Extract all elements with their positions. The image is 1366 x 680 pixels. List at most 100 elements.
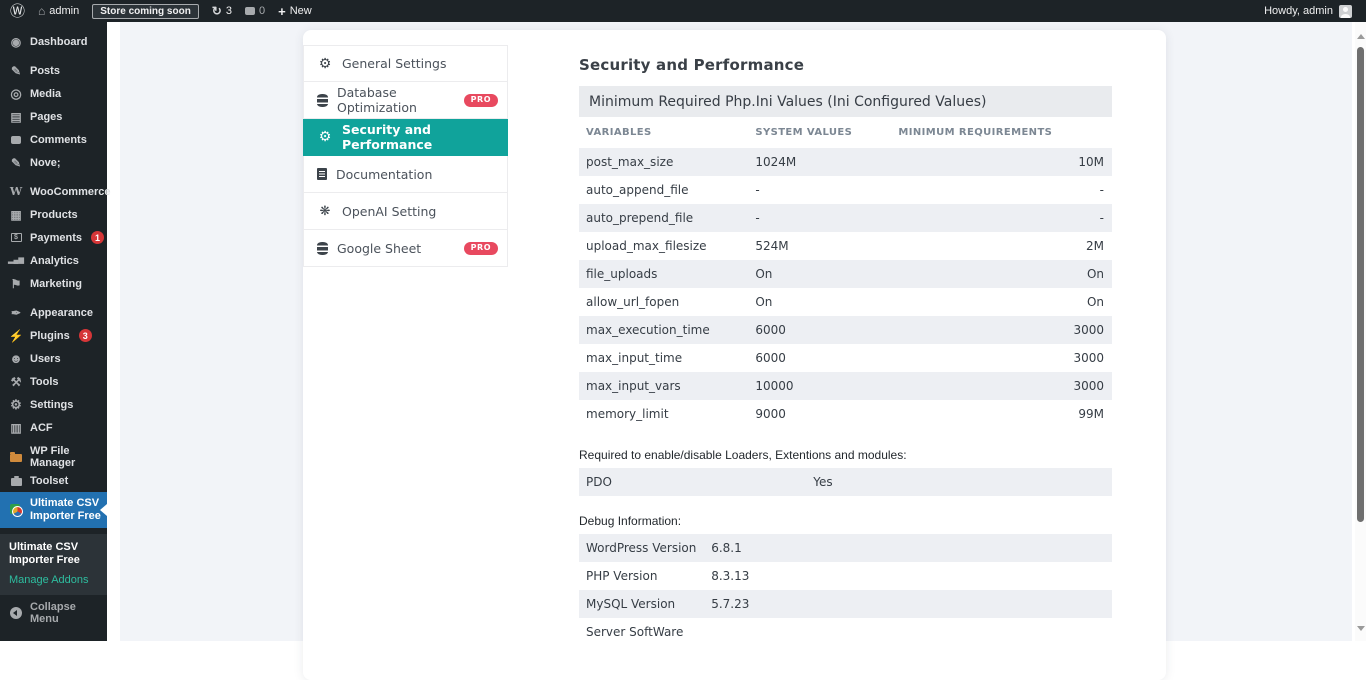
collapse-menu-button[interactable]: Collapse Menu — [0, 601, 107, 625]
active-arrow — [100, 504, 107, 516]
manage-addons-link[interactable]: Manage Addons — [0, 574, 107, 586]
sidebar-menu: Dashboard Posts Media Pages Comments Nove; Woo… — [0, 22, 107, 528]
settings-icon — [9, 398, 23, 411]
cell: On — [755, 267, 898, 281]
sidebar-item-toolset[interactable]: Toolset — [0, 469, 107, 492]
count-badge: 1 — [91, 231, 104, 244]
tab-database-optimization[interactable]: Database OptimizationPRO — [303, 82, 508, 119]
table-row: PHP Version8.3.13 — [579, 562, 1112, 590]
sidebar-item-label: Nove; — [30, 157, 61, 169]
sidebar-item-plugins[interactable]: Plugins3 — [0, 324, 107, 347]
scroll-up-arrow[interactable] — [1357, 30, 1365, 39]
sidebar-item-label: Media — [30, 88, 61, 100]
users-icon — [9, 352, 23, 365]
plugin-page-background: General Settings Database OptimizationPRO… — [120, 22, 1352, 641]
cell: MySQL Version — [586, 597, 711, 611]
tab-general-settings[interactable]: General Settings — [303, 45, 508, 82]
sidebar-item-ultimate-csv-importer-free[interactable]: Ultimate CSV Importer Free — [0, 492, 107, 528]
sidebar-item-comments[interactable]: Comments — [0, 128, 107, 151]
sidebar-item-settings[interactable]: Settings — [0, 393, 107, 416]
settings-content: Security and Performance Minimum Require… — [579, 56, 1112, 646]
new-label: New — [290, 5, 312, 17]
sidebar-item-woocommerce[interactable]: WooCommerce — [0, 180, 107, 203]
cell: PDO — [586, 475, 813, 489]
cell: On — [898, 267, 1112, 281]
tab-label: OpenAI Setting — [342, 204, 436, 219]
table-row: memory_limit900099M — [579, 400, 1112, 428]
tab-label: General Settings — [342, 56, 447, 71]
cell: 1024M — [755, 155, 898, 169]
user-avatar[interactable] — [1339, 5, 1352, 18]
wordpress-logo-icon[interactable]: Ⓦ — [10, 4, 25, 19]
scrollbar[interactable] — [1355, 22, 1366, 641]
sidebar-item-wp-file-manager[interactable]: WP File Manager — [0, 445, 107, 469]
settings-card: General Settings Database OptimizationPRO… — [303, 30, 1166, 680]
appearance-icon — [9, 307, 23, 319]
plugins-icon — [9, 330, 23, 342]
sidebar-item-label: Appearance — [30, 307, 93, 319]
marketing-icon — [9, 278, 23, 290]
sidebar-item-label: Products — [30, 209, 78, 221]
tab-security-and-performance[interactable]: Security and Performance — [303, 119, 508, 156]
page-title: Security and Performance — [579, 56, 1112, 74]
table-row: auto_prepend_file-- — [579, 204, 1112, 232]
folder-icon — [9, 452, 23, 462]
submenu-title[interactable]: Ultimate CSV Importer Free — [0, 541, 107, 567]
updates-icon: ↻ — [212, 4, 222, 18]
sidebar-item-pages[interactable]: Pages — [0, 105, 107, 128]
scroll-thumb[interactable] — [1357, 47, 1364, 522]
cell: 10M — [898, 155, 1112, 169]
sidebar-item-users[interactable]: Users — [0, 347, 107, 370]
pin-icon — [9, 65, 23, 77]
sidebar-item-nove[interactable]: Nove; — [0, 151, 107, 174]
new-menu[interactable]: + New — [278, 5, 312, 18]
sidebar: Dashboard Posts Media Pages Comments Nove; Woo… — [0, 22, 107, 641]
cell: Server SoftWare — [586, 625, 711, 639]
updates-menu[interactable]: ↻ 3 — [212, 4, 232, 18]
sidebar-item-label: WooCommerce — [30, 186, 110, 198]
cell: auto_append_file — [586, 183, 755, 197]
ini-table-header: VARIABLESSYSTEM VALUESMINIMUM REQUIREMEN… — [579, 117, 1112, 148]
cell: auto_prepend_file — [586, 211, 755, 225]
howdy-menu[interactable]: Howdy, admin — [1264, 5, 1333, 17]
ini-table-body: post_max_size1024M10Mauto_append_file--a… — [579, 148, 1112, 428]
database-icon — [317, 94, 328, 107]
cell: PHP Version — [586, 569, 711, 583]
cell: 5.7.23 — [711, 597, 1112, 611]
sidebar-item-dashboard[interactable]: Dashboard — [0, 30, 107, 53]
openai-icon — [317, 205, 333, 218]
sidebar-item-label: Marketing — [30, 278, 82, 290]
tab-openai-setting[interactable]: OpenAI Setting — [303, 193, 508, 230]
tools-icon — [9, 376, 23, 388]
section-header: Minimum Required Php.Ini Values (Ini Con… — [579, 86, 1112, 117]
cell: 6.8.1 — [711, 541, 1112, 555]
comments-icon — [245, 7, 255, 15]
document-icon — [317, 168, 327, 180]
sidebar-item-products[interactable]: Products — [0, 203, 107, 226]
scroll-down-arrow[interactable] — [1357, 626, 1365, 635]
database-icon — [317, 242, 328, 255]
sidebar-item-label: Pages — [30, 111, 62, 123]
products-icon — [9, 209, 23, 221]
sidebar-item-analytics[interactable]: Analytics — [0, 249, 107, 272]
cell: 524M — [755, 239, 898, 253]
table-row: PDOYes — [579, 468, 1112, 496]
sidebar-item-label: Payments — [30, 232, 82, 244]
sidebar-item-posts[interactable]: Posts — [0, 59, 107, 82]
tab-google-sheet[interactable]: Google SheetPRO — [303, 230, 508, 267]
comments-menu[interactable]: 0 — [245, 5, 265, 17]
sidebar-item-media[interactable]: Media — [0, 82, 107, 105]
sidebar-item-acf[interactable]: ACF — [0, 416, 107, 439]
pro-badge: PRO — [464, 242, 498, 255]
site-menu[interactable]: ⌂ admin — [38, 4, 79, 18]
column-header: MINIMUM REQUIREMENTS — [898, 127, 1112, 138]
cell: memory_limit — [586, 407, 755, 421]
sidebar-item-tools[interactable]: Tools — [0, 370, 107, 393]
sidebar-item-marketing[interactable]: Marketing — [0, 272, 107, 295]
cell: 9000 — [755, 407, 898, 421]
collapse-icon — [10, 607, 22, 619]
sidebar-item-appearance[interactable]: Appearance — [0, 301, 107, 324]
plus-icon: + — [278, 5, 286, 18]
tab-documentation[interactable]: Documentation — [303, 156, 508, 193]
sidebar-item-payments[interactable]: Payments 1 — [0, 226, 107, 249]
